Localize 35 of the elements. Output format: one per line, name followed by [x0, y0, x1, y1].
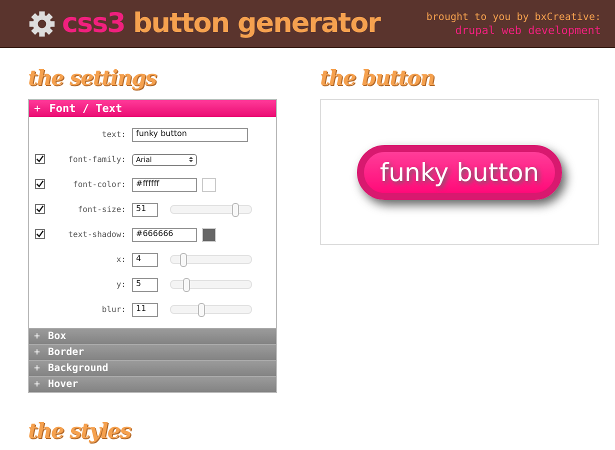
number-field[interactable]: 11 — [132, 302, 158, 316]
color-swatch[interactable] — [202, 228, 216, 242]
gear-icon — [28, 10, 56, 38]
slider-handle[interactable] — [180, 253, 187, 267]
field-label: text-shadow: — [67, 230, 126, 239]
field-label: font-size: — [76, 205, 126, 214]
checkbox[interactable] — [35, 228, 45, 238]
slider-handle[interactable] — [198, 303, 206, 317]
field-label: blur: — [100, 305, 126, 314]
color-field[interactable]: #666666 — [132, 228, 197, 242]
slider-handle[interactable] — [183, 278, 190, 292]
number-field[interactable]: 5 — [132, 278, 158, 292]
field-label: font-color: — [72, 180, 126, 189]
section-heading: the button — [320, 64, 436, 92]
stepper-icon — [189, 156, 193, 163]
text-field[interactable]: funky button — [132, 128, 248, 142]
checkbox[interactable] — [35, 204, 45, 214]
section-heading: the settings — [28, 64, 158, 92]
section-heading: the styles — [28, 417, 132, 445]
logo-title: button generator — [132, 8, 380, 39]
color-swatch[interactable] — [202, 178, 216, 192]
color-field[interactable]: #ffffff — [132, 178, 197, 192]
checkbox[interactable] — [35, 154, 45, 164]
field-label: x: — [115, 255, 126, 264]
logo-accent: css3 — [62, 8, 125, 39]
field-label: y: — [115, 280, 126, 289]
number-field[interactable]: 51 — [132, 202, 158, 216]
field-label: font-family: — [67, 155, 126, 164]
number-field[interactable]: 4 — [132, 252, 158, 266]
field-label: text: — [100, 130, 126, 139]
credit-text: brought to you by bxCreative: — [426, 10, 601, 24]
preview-button[interactable]: funky button — [356, 144, 562, 200]
checkbox[interactable] — [35, 178, 45, 188]
accordion-header[interactable]: + Font / Text — [29, 100, 276, 117]
slider-handle[interactable] — [232, 203, 240, 217]
